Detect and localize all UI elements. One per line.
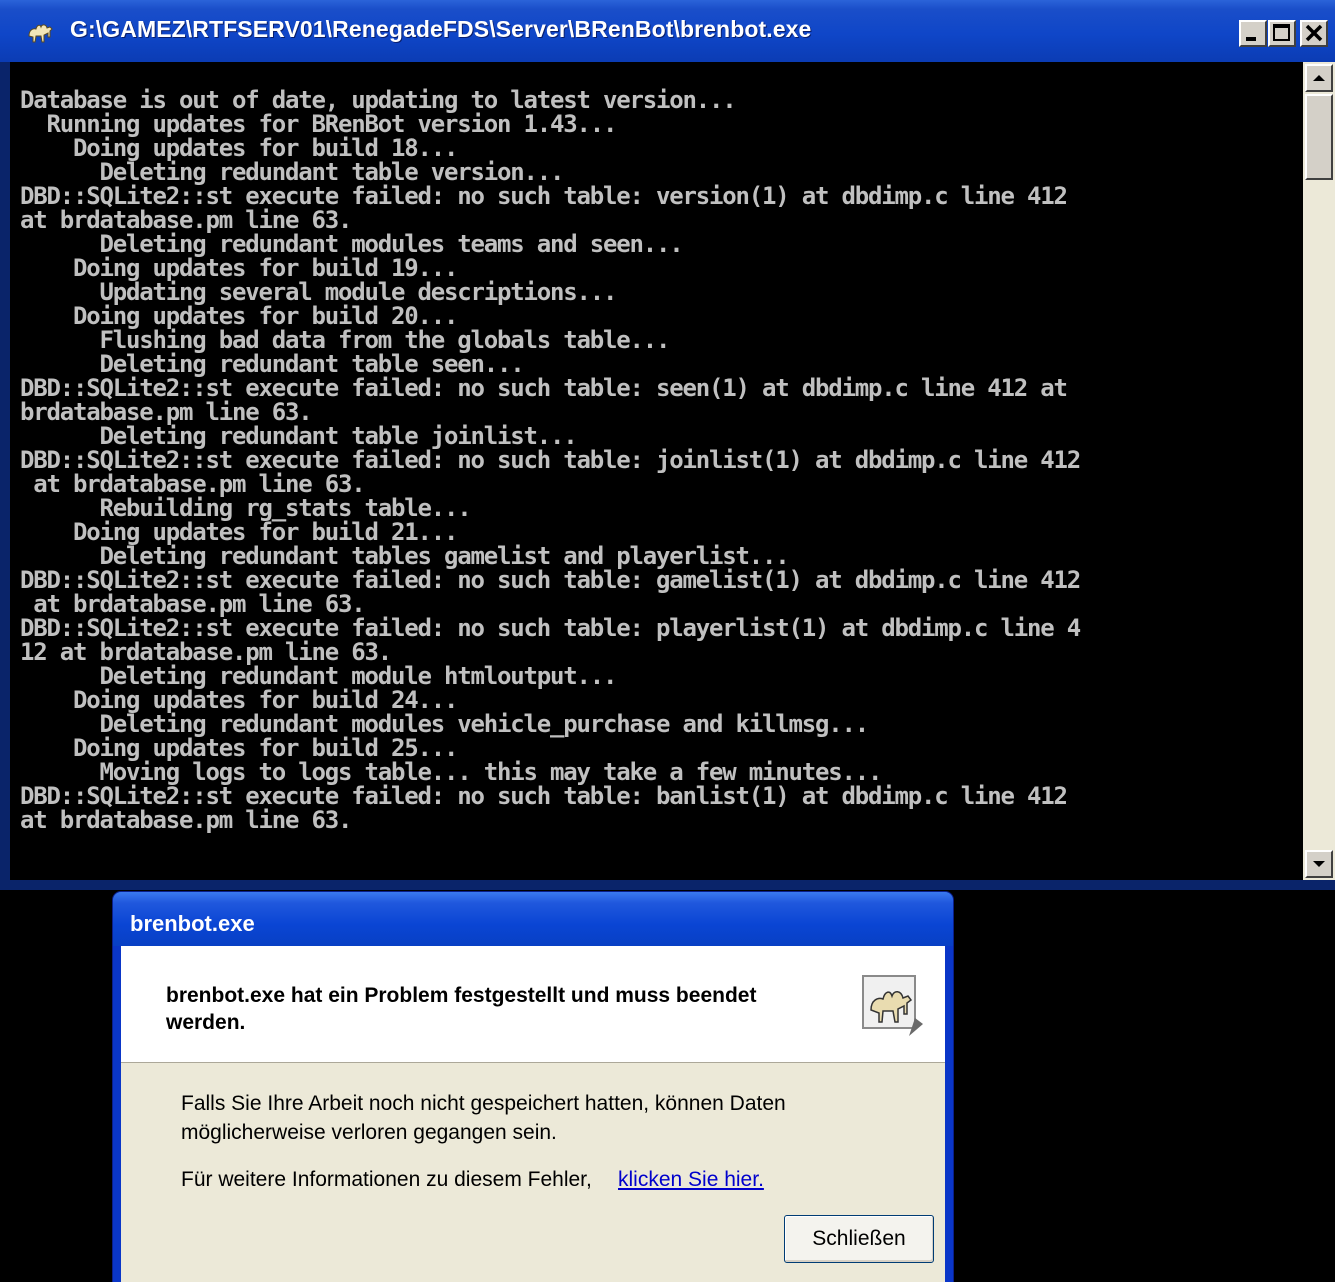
close-button[interactable] <box>1300 20 1328 47</box>
scroll-thumb[interactable] <box>1305 94 1333 180</box>
scroll-down-button[interactable] <box>1305 850 1333 878</box>
arrow-up-icon <box>1313 75 1325 81</box>
close-dialog-button[interactable]: Schließen <box>784 1215 934 1263</box>
console-titlebar[interactable]: G:\GAMEZ\RTFSERV01\RenegadeFDS\Server\BR… <box>0 0 1335 62</box>
minimize-icon <box>1246 37 1256 41</box>
console-output: Database is out of date, updating to lat… <box>20 86 1081 834</box>
error-dialog: brenbot.exe brenbot.exe hat ein Problem … <box>113 892 953 1282</box>
scroll-up-button[interactable] <box>1305 64 1333 92</box>
vertical-scrollbar[interactable] <box>1303 62 1335 880</box>
dialog-body: brenbot.exe hat ein Problem festgestellt… <box>121 946 945 1282</box>
dialog-titlebar[interactable]: brenbot.exe <box>113 892 953 946</box>
dialog-title: brenbot.exe <box>130 911 255 936</box>
window-title: G:\GAMEZ\RTFSERV01\RenegadeFDS\Server\BR… <box>70 16 812 42</box>
camel-icon <box>862 975 923 1036</box>
more-info-text: Für weitere Informationen zu diesem Fehl… <box>181 1168 592 1191</box>
error-message: brenbot.exe hat ein Problem festgestellt… <box>166 984 757 1034</box>
camel-icon <box>28 24 53 43</box>
maximize-icon <box>1273 24 1290 41</box>
info-text: Falls Sie Ihre Arbeit noch nicht gespeic… <box>181 1092 786 1144</box>
arrow-down-icon <box>1313 861 1325 867</box>
console-window: G:\GAMEZ\RTFSERV01\RenegadeFDS\Server\BR… <box>0 0 1335 890</box>
more-info-link[interactable]: klicken Sie hier. <box>618 1168 764 1192</box>
window-border <box>0 880 1335 890</box>
dialog-header: brenbot.exe hat ein Problem festgestellt… <box>121 946 945 1063</box>
minimize-button[interactable] <box>1239 20 1267 47</box>
console-output-area[interactable]: Database is out of date, updating to lat… <box>10 62 1303 880</box>
maximize-button[interactable] <box>1268 20 1296 47</box>
close-icon <box>1305 24 1323 42</box>
